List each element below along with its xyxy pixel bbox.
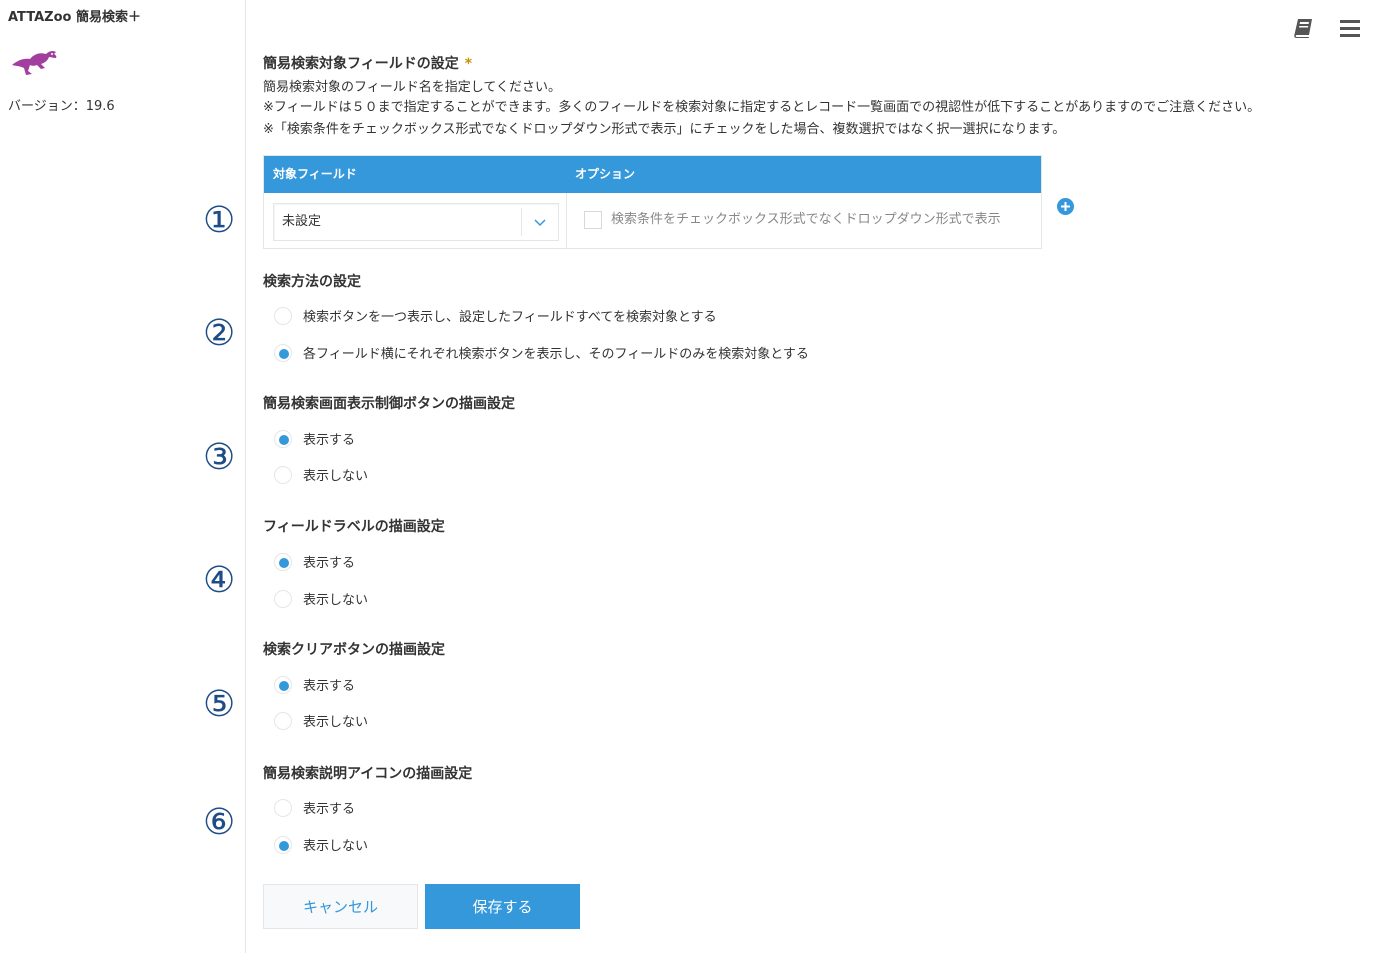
radio-button-selected[interactable] [274,343,292,362]
col-header-option: オプション [575,167,636,181]
radio-label: 各フィールド横にそれぞれ検索ボタンを表示し、そのフィールドのみを検索対象とする [303,347,809,362]
radio-button-selected[interactable] [274,835,292,854]
menu-icon[interactable] [1338,16,1362,40]
field-setting-title-text: 簡易検索対象フィールドの設定 [263,56,459,72]
radio-label: 表示する [303,556,356,571]
toggle-button-title: 簡易検索画面表示制御ボタンの描画設定 [263,396,515,412]
field-desc-1: 簡易検索対象のフィールド名を指定してください。 [263,80,561,95]
marker-3: ③ [203,437,236,478]
radio-label: 表示する [303,802,356,817]
clear-button-show-option[interactable]: 表示する [274,675,355,694]
toggle-button-show-option[interactable]: 表示する [274,429,355,448]
search-method-title: 検索方法の設定 [263,274,361,290]
help-icon-show-option[interactable]: 表示する [274,798,355,817]
marker-1: ① [203,200,236,241]
select-divider [521,208,522,236]
field-desc-3: ※「検索条件をチェックボックス形式でなくドロップダウン形式で表示」にチェックをし… [263,122,1066,137]
column-divider [566,193,567,249]
target-field-value: 未設定 [282,214,322,229]
radio-button[interactable] [274,589,292,608]
search-method-option-each[interactable]: 各フィールド横にそれぞれ検索ボタンを表示し、そのフィールドのみを検索対象とする [274,343,809,362]
help-icon-title: 簡易検索説明アイコンの描画設定 [263,766,473,782]
radio-button[interactable] [274,711,292,730]
marker-6: ⑥ [203,802,236,843]
chevron-down-icon [534,219,546,227]
field-label-title: フィールドラベルの描画設定 [263,519,445,535]
radio-label: 表示しない [303,839,369,854]
kangaroo-logo-icon [12,50,57,75]
header-icons [1292,16,1362,40]
marker-2: ② [203,313,236,354]
radio-button[interactable] [274,306,292,325]
radio-label: 表示する [303,433,356,448]
dropdown-option-checkbox[interactable] [584,211,602,229]
marker-5: ⑤ [203,684,236,725]
dropdown-option-label: 検索条件をチェックボックス形式でなくドロップダウン形式で表示 [611,212,1001,227]
radio-label: 表示しない [303,715,369,730]
field-label-show-option[interactable]: 表示する [274,552,355,571]
field-table-header: 対象フィールド オプション [264,156,1041,193]
cancel-button[interactable]: キャンセル [263,884,418,929]
radio-label: 表示しない [303,593,369,608]
search-method-option-single[interactable]: 検索ボタンを一つ表示し、設定したフィールドすべてを検索対象とする [274,306,717,325]
clear-button-hide-option[interactable]: 表示しない [274,711,368,730]
field-label-hide-option[interactable]: 表示しない [274,589,368,608]
field-table: 対象フィールド オプション 未設定 検索条件をチェックボックス形式でなくドロップ… [263,155,1042,249]
radio-button-selected[interactable] [274,675,292,694]
radio-label: 表示しない [303,469,369,484]
radio-button[interactable] [274,465,292,484]
add-row-plus-icon[interactable] [1057,198,1074,215]
app-title: ATTAZoo 簡易検索＋ [8,10,141,25]
radio-button-selected[interactable] [274,552,292,571]
radio-label: 表示する [303,679,356,694]
radio-button[interactable] [274,798,292,817]
field-desc-2: ※フィールドは５０まで指定することができます。多くのフィールドを検索対象に指定す… [263,100,1261,115]
field-setting-title: 簡易検索対象フィールドの設定 * [263,53,472,73]
help-icon-hide-option[interactable]: 表示しない [274,835,368,854]
save-button[interactable]: 保存する [425,884,580,929]
clear-button-title: 検索クリアボタンの描画設定 [263,642,445,658]
radio-button-selected[interactable] [274,429,292,448]
toggle-button-hide-option[interactable]: 表示しない [274,465,368,484]
radio-label: 検索ボタンを一つ表示し、設定したフィールドすべてを検索対象とする [303,310,717,325]
book-icon[interactable] [1292,16,1316,40]
required-mark: * [464,56,473,72]
target-field-select[interactable]: 未設定 [273,203,559,241]
version-label: バージョン：19.6 [8,99,115,114]
marker-4: ④ [203,560,236,601]
col-header-field: 対象フィールド [273,167,357,181]
